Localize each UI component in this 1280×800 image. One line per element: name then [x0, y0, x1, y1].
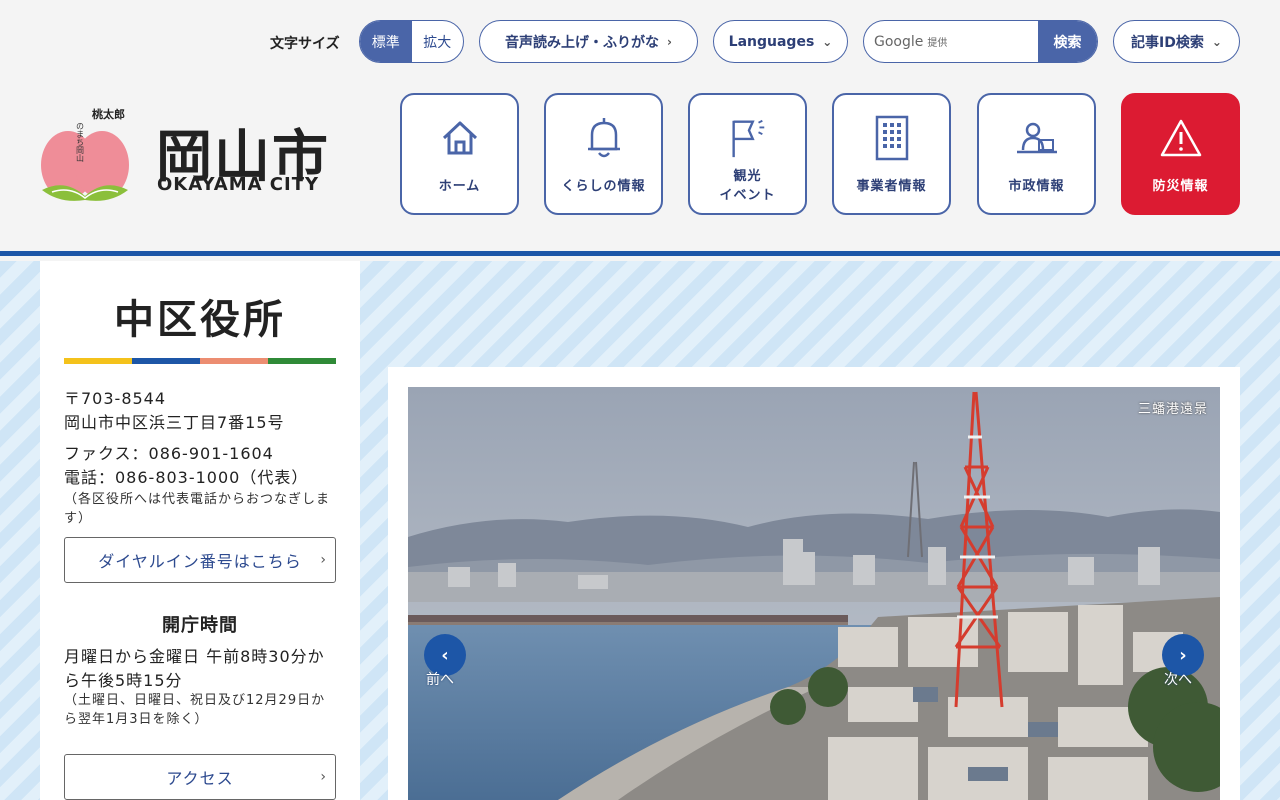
chevron-down-icon: ⌄ [1211, 34, 1222, 49]
nav-disaster-info[interactable]: 防災情報 [1121, 93, 1240, 215]
access-button[interactable]: アクセス › [64, 754, 336, 800]
nav-home-label: ホーム [438, 179, 481, 194]
languages-button[interactable]: Languages ⌄ [713, 20, 848, 63]
nav-city-admin[interactable]: 市政情報 [977, 93, 1096, 215]
flag-icon [726, 115, 770, 161]
chevron-left-icon: ‹ [441, 644, 449, 666]
ward-office-title: 中区役所 [114, 296, 286, 343]
stripe-green [268, 358, 336, 364]
dial-in-numbers-label: ダイヤルイン番号はこちら [98, 552, 302, 571]
chevron-right-icon: › [320, 552, 327, 568]
nav-tourism-events[interactable]: 観光 イベント [688, 93, 807, 215]
nav-home[interactable]: ホーム [400, 93, 519, 215]
site-header: 文字サイズ 標準 拡大 音声読み上げ・ふりがな › Languages ⌄ Go… [0, 0, 1280, 256]
mascot-sub-text: のまち岡山 [76, 122, 85, 163]
city-hall-icon [1015, 115, 1059, 161]
harbor-landscape-photo [408, 387, 1220, 800]
chevron-right-icon: › [1179, 644, 1187, 666]
nav-tourism-label: 観光 [733, 169, 762, 184]
phone-number: 電話：086-803-1000（代表） [64, 468, 309, 487]
nav-business-info-label: 事業者情報 [856, 179, 927, 194]
home-icon [438, 115, 482, 161]
mascot-name-text: 桃太郎 [92, 107, 125, 121]
font-size-standard-button[interactable]: 標準 [360, 21, 412, 62]
nav-living-info-label: くらしの情報 [561, 179, 646, 194]
carousel-next-label: 次へ [1164, 672, 1192, 688]
nav-events-label: イベント [719, 188, 776, 203]
nav-city-admin-label: 市政情報 [1008, 179, 1065, 194]
google-label: Google [874, 33, 924, 50]
carousel-slide-image: 三蟠港遠景 [408, 387, 1220, 800]
chevron-right-icon: › [667, 34, 672, 49]
voice-reading-button[interactable]: 音声読み上げ・ふりがな › [479, 20, 698, 63]
stripe-yellow [64, 358, 132, 364]
fax-number: ファクス：086-901-1604 [64, 444, 274, 463]
phone-note: （各区役所へは代表電話からおつなぎします） [64, 492, 331, 526]
chevron-right-icon: › [320, 769, 327, 785]
languages-label: Languages [728, 33, 815, 50]
site-logo[interactable]: 桃太郎 のまち岡山 岡山市 OKAYAMA CITY [40, 100, 340, 210]
article-id-search-label: 記事ID検索 [1131, 34, 1204, 51]
bell-icon [582, 115, 626, 161]
office-hours: 月曜日から金曜日 午前8時30分から午後5時15分 [64, 647, 325, 690]
font-size-large-button[interactable]: 拡大 [412, 21, 464, 62]
search-input[interactable]: Google 提供 [864, 21, 1038, 62]
stripe-salmon [200, 358, 268, 364]
stripe-blue [132, 358, 200, 364]
nav-living-info[interactable]: くらしの情報 [544, 93, 663, 215]
office-hours-heading: 開庁時間 [162, 615, 238, 636]
nav-business-info[interactable]: 事業者情報 [832, 93, 951, 215]
momotaro-mascot-logo: 桃太郎 のまち岡山 [41, 107, 129, 201]
font-size-toggle: 標準 拡大 [359, 20, 464, 63]
carousel-prev-label: 前へ [426, 672, 454, 688]
address: 岡山市中区浜三丁目7番15号 [64, 413, 285, 432]
warning-icon [1159, 115, 1203, 161]
site-search: Google 提供 検索 [863, 20, 1098, 63]
provided-label: 提供 [927, 38, 948, 49]
building-icon [870, 115, 914, 161]
ward-office-sidebar: 中区役所 〒703-8544 岡山市中区浜三丁目7番15号 ファクス：086-9… [40, 261, 360, 800]
dial-in-numbers-button[interactable]: ダイヤルイン番号はこちら › [64, 537, 336, 583]
access-label: アクセス [166, 769, 234, 788]
city-name-english: OKAYAMA CITY [157, 174, 320, 195]
font-size-label: 文字サイズ [270, 36, 340, 52]
slide-caption: 三蟠港遠景 [1137, 402, 1208, 417]
nav-tourism-events-label: 観光 イベント [719, 167, 775, 205]
article-id-search-button[interactable]: 記事ID検索 ⌄ [1113, 20, 1240, 63]
office-hours-note: （土曜日、日曜日、祝日及び12月29日から翌年1月3日を除く） [64, 693, 326, 727]
nav-disaster-info-label: 防災情報 [1152, 179, 1209, 194]
search-button[interactable]: 検索 [1038, 21, 1097, 62]
chevron-down-icon: ⌄ [822, 34, 833, 49]
postal-code: 〒703-8544 [64, 389, 167, 408]
voice-reading-label: 音声読み上げ・ふりがな [505, 34, 660, 51]
color-stripe [64, 358, 336, 364]
